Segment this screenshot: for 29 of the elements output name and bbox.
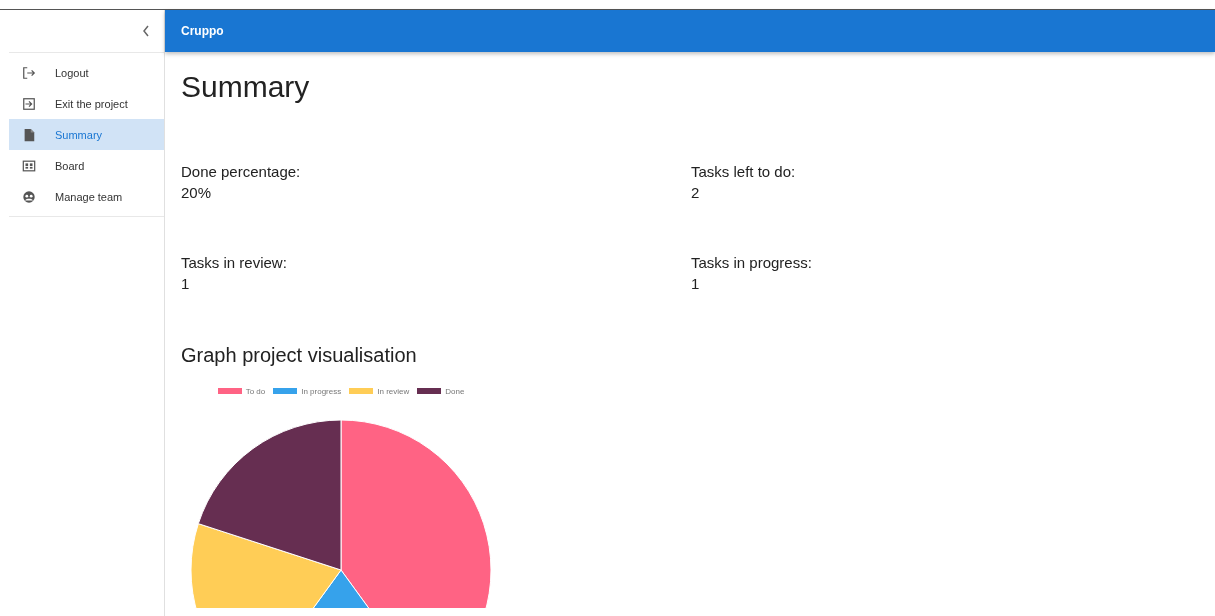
app-title: Cruppo (181, 24, 224, 38)
sidebar-item[interactable]: Manage team (9, 181, 164, 212)
stat-label: Done percentage: (181, 162, 302, 182)
board-icon (22, 158, 36, 173)
legend-label[interactable]: In progress (301, 386, 342, 396)
stat-value: 1 (181, 274, 191, 294)
legend-swatch[interactable] (217, 388, 242, 394)
logout-icon (22, 65, 36, 80)
sidebar-item[interactable]: Logout (9, 57, 164, 88)
legend-swatch[interactable] (349, 388, 374, 394)
login-icon (22, 96, 36, 111)
legend-label[interactable]: In review (377, 386, 410, 396)
stat-value: 20% (181, 183, 213, 203)
sidebar-item[interactable]: Exit the project (9, 88, 164, 119)
page-title: Summary (181, 69, 311, 105)
graph-title: Graph project visualisation (181, 343, 418, 368)
legend-label[interactable]: To do (245, 386, 266, 396)
stat-label: Tasks left to do: (691, 162, 797, 182)
legend-label[interactable]: Done (445, 386, 465, 396)
stat-label: Tasks in progress: (691, 253, 813, 273)
sidebar-item[interactable]: Board (9, 150, 164, 181)
chevron-left-icon[interactable] (142, 25, 150, 37)
legend-swatch[interactable] (273, 388, 298, 394)
legend-swatch[interactable] (417, 388, 442, 394)
stat-value: 1 (691, 274, 701, 294)
document-icon (22, 127, 36, 142)
sidebar-item[interactable]: Summary (9, 119, 164, 150)
stat-value: 2 (691, 183, 701, 203)
stat-label: Tasks in review: (181, 253, 288, 273)
